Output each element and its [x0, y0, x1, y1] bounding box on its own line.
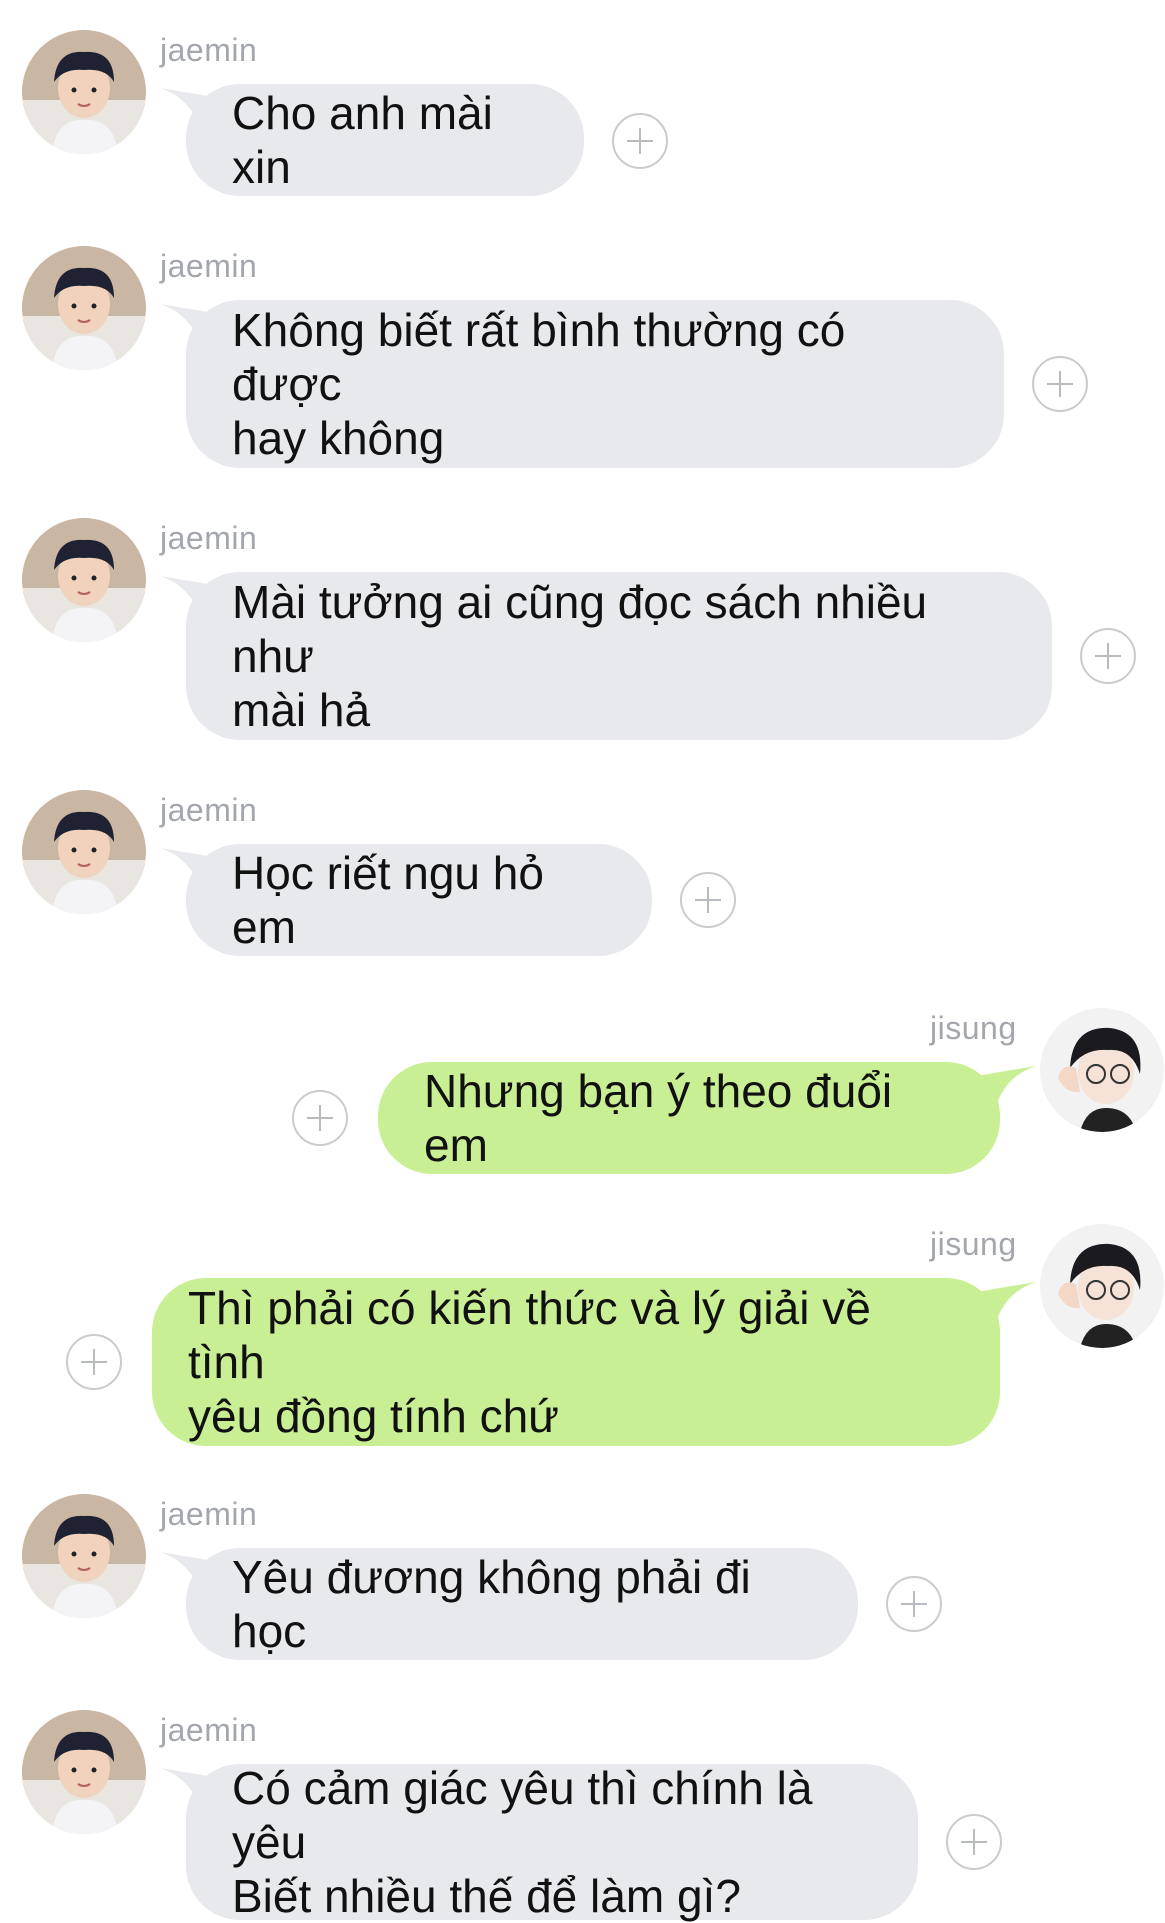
avatar[interactable]	[22, 1494, 146, 1618]
message-bubble[interactable]: Mài tưởng ai cũng đọc sách nhiều như mài…	[186, 572, 1052, 740]
sender-name: jaemin	[160, 248, 258, 284]
message-bubble[interactable]: Yêu đương không phải đi học	[186, 1548, 858, 1660]
add-reaction-button[interactable]	[680, 872, 736, 928]
avatar[interactable]	[22, 246, 146, 370]
message-bubble[interactable]: Nhưng bạn ý theo đuổi em	[378, 1062, 1000, 1174]
sender-name: jaemin	[160, 1712, 258, 1748]
add-reaction-button[interactable]	[1080, 628, 1136, 684]
message-bubble[interactable]: Học riết ngu hỏ em	[186, 844, 652, 956]
avatar[interactable]	[22, 790, 146, 914]
message-bubble[interactable]: Có cảm giác yêu thì chính là yêu Biết nh…	[186, 1762, 918, 1922]
add-reaction-button[interactable]	[612, 113, 668, 169]
sender-name: jaemin	[160, 1496, 258, 1532]
sender-name: jisung	[930, 1010, 1017, 1046]
add-reaction-button[interactable]	[1032, 356, 1088, 412]
avatar[interactable]	[22, 30, 146, 154]
add-reaction-button[interactable]	[946, 1814, 1002, 1870]
add-reaction-button[interactable]	[292, 1090, 348, 1146]
add-reaction-button[interactable]	[886, 1576, 942, 1632]
sender-name: jaemin	[160, 32, 258, 68]
sender-name: jaemin	[160, 792, 258, 828]
add-reaction-button[interactable]	[66, 1334, 122, 1390]
sender-name: jisung	[930, 1226, 1017, 1262]
message-bubble[interactable]: Không biết rất bình thường có được hay k…	[186, 300, 1004, 468]
sender-name: jaemin	[160, 520, 258, 556]
avatar[interactable]	[1040, 1008, 1164, 1132]
avatar[interactable]	[1040, 1224, 1164, 1348]
avatar[interactable]	[22, 1710, 146, 1834]
message-bubble[interactable]: Thì phải có kiến thức và lý giải về tình…	[152, 1278, 1000, 1446]
message-bubble[interactable]: Cho anh mài xin	[186, 84, 584, 196]
avatar[interactable]	[22, 518, 146, 642]
